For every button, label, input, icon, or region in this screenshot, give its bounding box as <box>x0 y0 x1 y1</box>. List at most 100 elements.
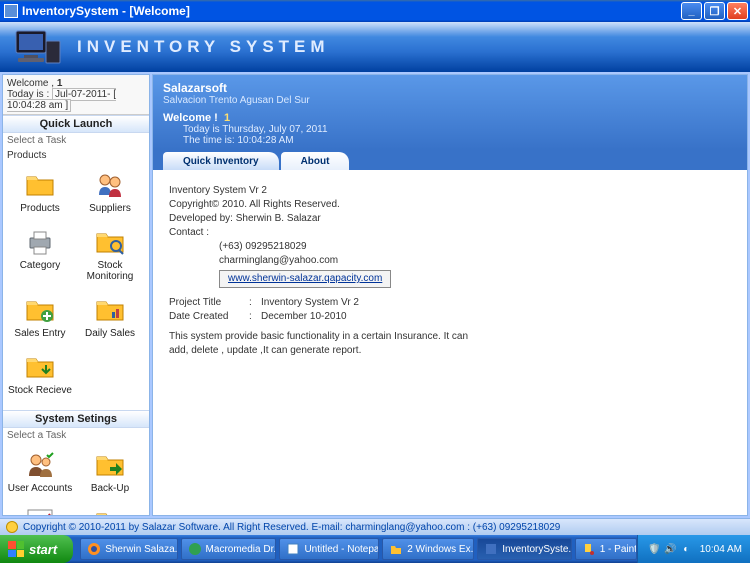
folder-search-icon <box>94 226 126 258</box>
launch-label-daily-sales: Daily Sales <box>85 328 135 339</box>
main-header: Salazarsoft Salvacion Trento Agusan Del … <box>153 75 747 150</box>
task-dreamweaver-label: Macromedia Dr... <box>206 544 277 555</box>
explorer-icon <box>389 542 403 556</box>
task-explorer-label: 2 Windows Ex... <box>407 544 474 555</box>
launch-item-back-up[interactable]: Back-Up <box>75 447 145 496</box>
launch-label-stock-recieve: Stock Recieve <box>8 385 72 396</box>
main-time-line: The time is: 10:04:28 AM <box>183 135 737 146</box>
launch-item-daily-sales[interactable]: Daily Sales <box>75 292 145 341</box>
start-label: start <box>29 542 57 557</box>
launch-item-about[interactable]: ?About <box>75 504 145 516</box>
folder-icon <box>24 169 56 201</box>
date-created-value: December 10-2010 <box>261 310 347 324</box>
task-notepad[interactable]: Untitled - Notepad <box>279 538 379 560</box>
chart-icon <box>24 506 56 516</box>
launch-item-sales-entry[interactable]: Sales Entry <box>5 292 75 341</box>
folder-back-icon <box>94 449 126 481</box>
project-title-value: Inventory System Vr 2 <box>261 296 359 310</box>
main-panel: Salazarsoft Salvacion Trento Agusan Del … <box>152 74 748 516</box>
quick-launch-header: Quick Launch <box>3 115 149 133</box>
tab-quick-inventory-label: Quick Inventory <box>183 156 259 167</box>
welcome-label: Welcome , <box>7 78 54 89</box>
task-inventory-label: InventorySyste... <box>502 544 571 555</box>
launch-label-sales-entry: Sales Entry <box>14 328 65 339</box>
status-bar: Copyright © 2010-2011 by Salazar Softwar… <box>0 518 750 535</box>
launch-label-user-accounts: User Accounts <box>8 483 72 494</box>
task-inventory[interactable]: InventorySyste... <box>477 538 571 560</box>
tray-shield-icon[interactable]: 🛡️ <box>648 543 661 556</box>
notepad-icon <box>286 542 300 556</box>
project-title-label: Project Title <box>169 296 249 310</box>
launch-label-stock-monitoring: Stock Monitoring <box>76 260 144 282</box>
windows-logo-icon <box>8 541 24 557</box>
company-address: Salvacion Trento Agusan Del Sur <box>163 95 737 106</box>
main-welcome: Welcome ! 1 <box>163 112 737 124</box>
tab-quick-inventory[interactable]: Quick Inventory <box>163 152 279 170</box>
about-developer: Developed by: Sherwin B. Salazar <box>169 212 731 226</box>
system-tray[interactable]: 🛡️ 🔊 ◐ 10:04 AM <box>637 535 750 563</box>
main-date-line: Today is Thursday, July 07, 2011 <box>183 124 737 135</box>
users-icon <box>24 449 56 481</box>
launch-label-category: Category <box>20 260 61 271</box>
folder-plus-icon <box>24 294 56 326</box>
task-paint[interactable]: 1 - Paint <box>575 538 637 560</box>
sidebar: Welcome , 1 Today is : Jul-07-2011- [ 10… <box>2 74 150 516</box>
launch-label-suppliers: Suppliers <box>89 203 131 214</box>
task-dreamweaver[interactable]: Macromedia Dr... <box>181 538 277 560</box>
about-description: This system provide basic functionality … <box>169 330 469 358</box>
launch-item-category[interactable]: Category <box>5 224 75 284</box>
window-title: InventorySystem - [Welcome] <box>22 4 190 18</box>
about-email: charminglang@yahoo.com <box>219 254 731 268</box>
launch-item-user-accounts[interactable]: User Accounts <box>5 447 75 496</box>
tab-about-label: About <box>301 156 330 167</box>
tab-bar: Quick Inventory About <box>153 150 747 170</box>
start-button[interactable]: start <box>0 535 73 563</box>
tab-about[interactable]: About <box>281 152 350 170</box>
printer-icon <box>24 226 56 258</box>
close-button[interactable]: ✕ <box>727 2 748 20</box>
paint-icon <box>582 542 596 556</box>
app-icon <box>4 4 18 18</box>
task-notepad-label: Untitled - Notepad <box>304 544 379 555</box>
folder-chart-icon <box>94 294 126 326</box>
taskbar: start Sherwin Salaza... Macromedia Dr... U… <box>0 535 750 563</box>
people-icon <box>94 169 126 201</box>
firefox-icon <box>87 542 101 556</box>
system-settings-header: System Setings <box>3 410 149 428</box>
company-name: Salazarsoft <box>163 81 737 95</box>
about-icon: ? <box>94 506 126 516</box>
task-firefox-label: Sherwin Salaza... <box>105 544 177 555</box>
banner-title: INVENTORY SYSTEM <box>77 37 330 57</box>
about-title: Inventory System Vr 2 <box>169 184 731 198</box>
computer-logo-icon <box>10 27 65 67</box>
app-banner: INVENTORY SYSTEM <box>0 22 750 72</box>
launch-item-stock-recieve[interactable]: Stock Recieve <box>5 349 75 398</box>
products-group-label: Products <box>3 148 149 163</box>
tray-clock[interactable]: 10:04 AM <box>700 544 742 555</box>
window-titlebar: InventorySystem - [Welcome] _ ❐ ✕ <box>0 0 750 22</box>
maximize-button[interactable]: ❐ <box>704 2 725 20</box>
select-task-label-2: Select a Task <box>3 428 149 443</box>
sidebar-welcome-box: Welcome , 1 Today is : Jul-07-2011- [ 10… <box>3 75 149 115</box>
launch-item-stock-monitoring[interactable]: Stock Monitoring <box>75 224 145 284</box>
about-phone: (+63) 09295218029 <box>219 240 731 254</box>
task-paint-label: 1 - Paint <box>600 544 637 555</box>
task-firefox[interactable]: Sherwin Salaza... <box>80 538 177 560</box>
status-bulb-icon <box>6 521 18 533</box>
folder-in-icon <box>24 351 56 383</box>
tray-volume-icon[interactable]: ◐ <box>680 543 693 556</box>
app-icon <box>484 542 498 556</box>
date-created-label: Date Created <box>169 310 249 324</box>
launch-item-suppliers[interactable]: Suppliers <box>75 167 145 216</box>
task-explorer[interactable]: 2 Windows Ex... <box>382 538 474 560</box>
about-url-button[interactable]: www.sherwin-salazar.qapacity.com <box>219 270 391 288</box>
launch-item-products[interactable]: Products <box>5 167 75 216</box>
launch-item-business-info[interactable]: Business Info <box>5 504 75 516</box>
tray-network-icon[interactable]: 🔊 <box>664 543 677 556</box>
about-contact-label: Contact : <box>169 226 731 240</box>
dreamweaver-icon <box>188 542 202 556</box>
launch-label-products: Products <box>20 203 59 214</box>
about-copyright: Copyright© 2010. All Rights Reserved. <box>169 198 731 212</box>
about-content: Inventory System Vr 2 Copyright© 2010. A… <box>153 170 747 372</box>
minimize-button[interactable]: _ <box>681 2 702 20</box>
